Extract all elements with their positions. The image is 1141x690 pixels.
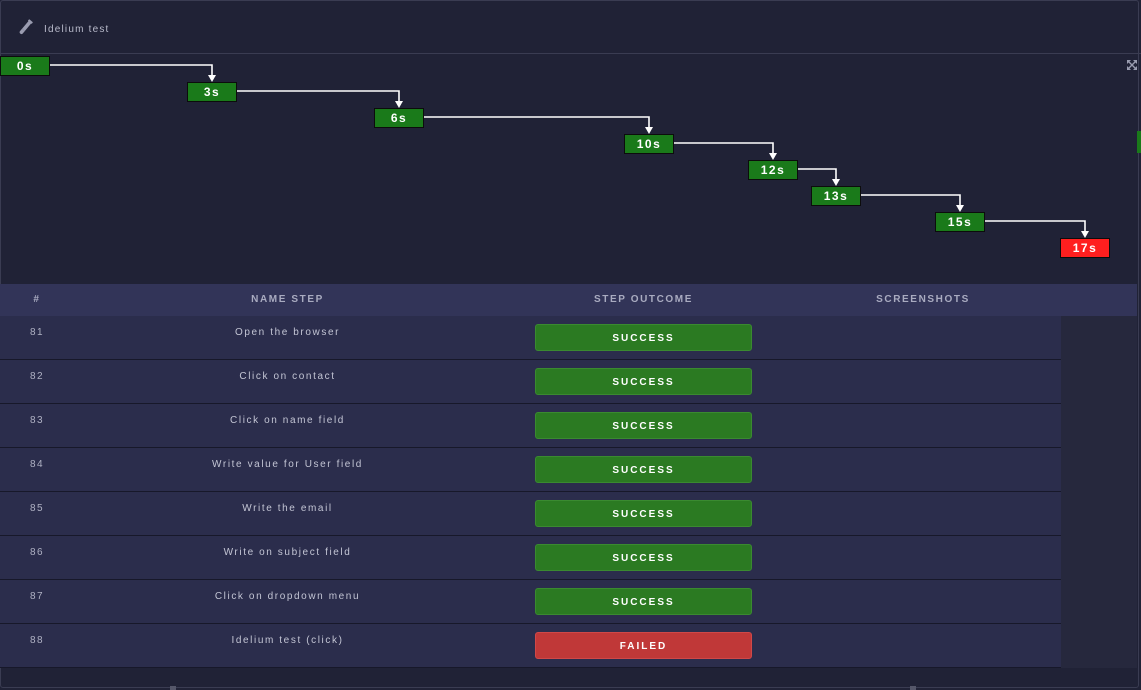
table-row: 83 Click on name field SUCCESS <box>0 404 1061 448</box>
timeline-node[interactable]: 17s <box>1060 238 1110 258</box>
table-row: 87 Click on dropdown menu SUCCESS <box>0 580 1061 624</box>
timeline-node[interactable]: 6s <box>374 108 424 128</box>
step-number: 88 <box>29 635 45 646</box>
table-row: 86 Write on subject field SUCCESS <box>0 536 1061 580</box>
table-side-panel <box>1061 316 1137 668</box>
step-number: 82 <box>29 371 45 382</box>
timeline-node[interactable]: 12s <box>748 160 798 180</box>
timeline-connector <box>985 220 1086 232</box>
timeline-arrowhead <box>832 179 840 186</box>
step-number: 84 <box>29 459 45 470</box>
column-header-step-outcome: STEP OUTCOME <box>593 294 694 305</box>
step-number: 83 <box>29 415 45 426</box>
step-name: Write on subject field <box>223 547 352 558</box>
step-number: 85 <box>29 503 45 514</box>
timeline-node[interactable]: 0s <box>0 56 50 76</box>
timeline-connector <box>674 142 774 154</box>
flask-icon <box>15 18 35 38</box>
timeline-connector <box>50 64 213 76</box>
column-header-name-step: NAME STEP <box>251 294 324 305</box>
table-row: 85 Write the email SUCCESS <box>0 492 1061 536</box>
step-outcome-badge[interactable]: SUCCESS <box>535 588 752 615</box>
table-row: 88 Idelium test (click) FAILED <box>0 624 1061 668</box>
timeline-arrowhead <box>769 153 777 160</box>
timeline-chart: 0s 3s 6s 10s 12s 13s 15s 17s <box>0 54 1141 284</box>
step-number: 86 <box>29 547 45 558</box>
timeline-arrowhead <box>1081 231 1089 238</box>
timeline-connectors <box>50 64 1089 238</box>
timeline-arrowhead <box>645 127 653 134</box>
step-outcome-badge[interactable]: FAILED <box>535 632 752 659</box>
step-number: 87 <box>29 591 45 602</box>
step-name: Idelium test (click) <box>231 635 344 646</box>
table-row: 81 Open the browser SUCCESS <box>0 316 1061 360</box>
timeline-node[interactable]: 15s <box>935 212 985 232</box>
step-outcome-badge[interactable]: SUCCESS <box>535 324 752 351</box>
step-outcome-badge[interactable]: SUCCESS <box>535 500 752 527</box>
table-row: 82 Click on contact SUCCESS <box>0 360 1061 404</box>
column-header-screenshots: SCREENSHOTS <box>876 294 970 305</box>
steps-table-body: 81 Open the browser SUCCESS 82 Click on … <box>0 316 1061 668</box>
scroll-handle-right[interactable] <box>910 686 916 690</box>
step-outcome-badge[interactable]: SUCCESS <box>535 544 752 571</box>
timeline-arrowhead <box>208 75 216 82</box>
timeline-arrowhead <box>395 101 403 108</box>
panel-title: Idelium test <box>44 24 110 35</box>
column-header-num: # <box>33 294 41 305</box>
step-name: Open the browser <box>234 327 341 338</box>
timeline-arrowhead <box>956 205 964 212</box>
step-name: Click on contact <box>239 371 336 382</box>
timeline-node[interactable]: 3s <box>187 82 237 102</box>
step-outcome-badge[interactable]: SUCCESS <box>535 412 752 439</box>
timeline-connector <box>424 116 650 128</box>
step-number: 81 <box>29 327 45 338</box>
table-row: 84 Write value for User field SUCCESS <box>0 448 1061 492</box>
step-outcome-badge[interactable]: SUCCESS <box>535 456 752 483</box>
timeline-connector <box>861 194 961 206</box>
step-outcome-badge[interactable]: SUCCESS <box>535 368 752 395</box>
step-name: Write value for User field <box>212 459 363 470</box>
timeline-overflow-node <box>1137 131 1141 153</box>
steps-table-header: # NAME STEP STEP OUTCOME SCREENSHOTS <box>0 284 1137 317</box>
timeline-connector <box>798 168 837 180</box>
step-name: Click on dropdown menu <box>214 591 361 602</box>
step-name: Write the email <box>242 503 333 514</box>
panel-header: Idelium test <box>0 0 1141 54</box>
timeline-node[interactable]: 10s <box>624 134 674 154</box>
timeline-node[interactable]: 13s <box>811 186 861 206</box>
scroll-handle-left[interactable] <box>170 686 176 690</box>
timeline-connector <box>237 90 400 102</box>
step-name: Click on name field <box>230 415 345 426</box>
